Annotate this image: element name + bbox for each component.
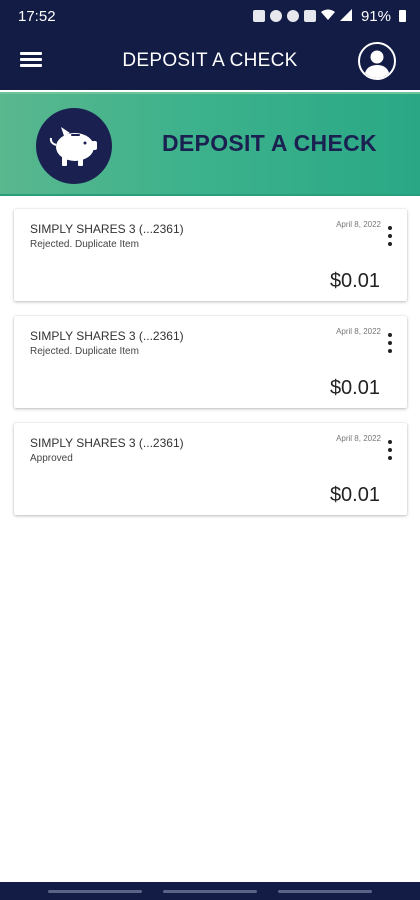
status-time: 17:52 [18, 7, 56, 25]
deposit-account: SIMPLY SHARES 3 (...2361) [30, 329, 184, 343]
deposit-date: April 8, 2022 [336, 434, 381, 443]
signal-icon [339, 8, 352, 24]
piggy-bank-icon [36, 108, 112, 184]
deposit-account: SIMPLY SHARES 3 (...2361) [30, 222, 184, 236]
deposit-status: Approved [30, 453, 73, 464]
user-profile-icon[interactable] [358, 42, 396, 80]
deposit-amount: $0.01 [329, 377, 380, 399]
deposit-account: SIMPLY SHARES 3 (...2361) [30, 436, 184, 450]
deposit-date: April 8, 2022 [336, 327, 381, 336]
banner-title: DEPOSIT A CHECK [162, 130, 377, 156]
battery-percent: 91% [360, 7, 391, 25]
system-nav-bar [0, 882, 420, 900]
wifi-icon [320, 9, 335, 24]
deposit-amount: $0.01 [329, 270, 380, 292]
more-options-icon[interactable] [385, 226, 395, 246]
recents-button[interactable] [48, 889, 143, 893]
more-options-icon[interactable] [385, 440, 395, 460]
deposit-card[interactable]: SIMPLY SHARES 3 (...2361) Rejected. Dupl… [14, 209, 407, 301]
sim-icon [252, 10, 265, 22]
page-title: DEPOSIT A CHECK [122, 50, 298, 71]
home-button[interactable] [162, 889, 257, 893]
deposit-status: Rejected. Duplicate Item [30, 346, 139, 357]
app-bar: DEPOSIT A CHECK [0, 32, 420, 90]
status-bar: 17:52 91% [0, 0, 420, 32]
deposit-amount: $0.01 [329, 484, 380, 506]
status-icons: 91% [252, 7, 406, 25]
battery-icon [399, 10, 406, 22]
back-button[interactable] [277, 889, 372, 893]
deposit-card[interactable]: SIMPLY SHARES 3 (...2361) Rejected. Dupl… [14, 316, 407, 408]
hamburger-menu-icon[interactable] [20, 52, 42, 70]
mute-icon [303, 10, 316, 22]
alarm-icon [269, 10, 282, 22]
bluetooth-icon [286, 10, 299, 22]
deposit-check-banner[interactable]: DEPOSIT A CHECK [0, 92, 420, 196]
deposit-date: April 8, 2022 [336, 220, 381, 229]
deposit-status: Rejected. Duplicate Item [30, 239, 139, 250]
deposit-card[interactable]: SIMPLY SHARES 3 (...2361) Approved April… [14, 423, 407, 515]
more-options-icon[interactable] [385, 333, 395, 353]
